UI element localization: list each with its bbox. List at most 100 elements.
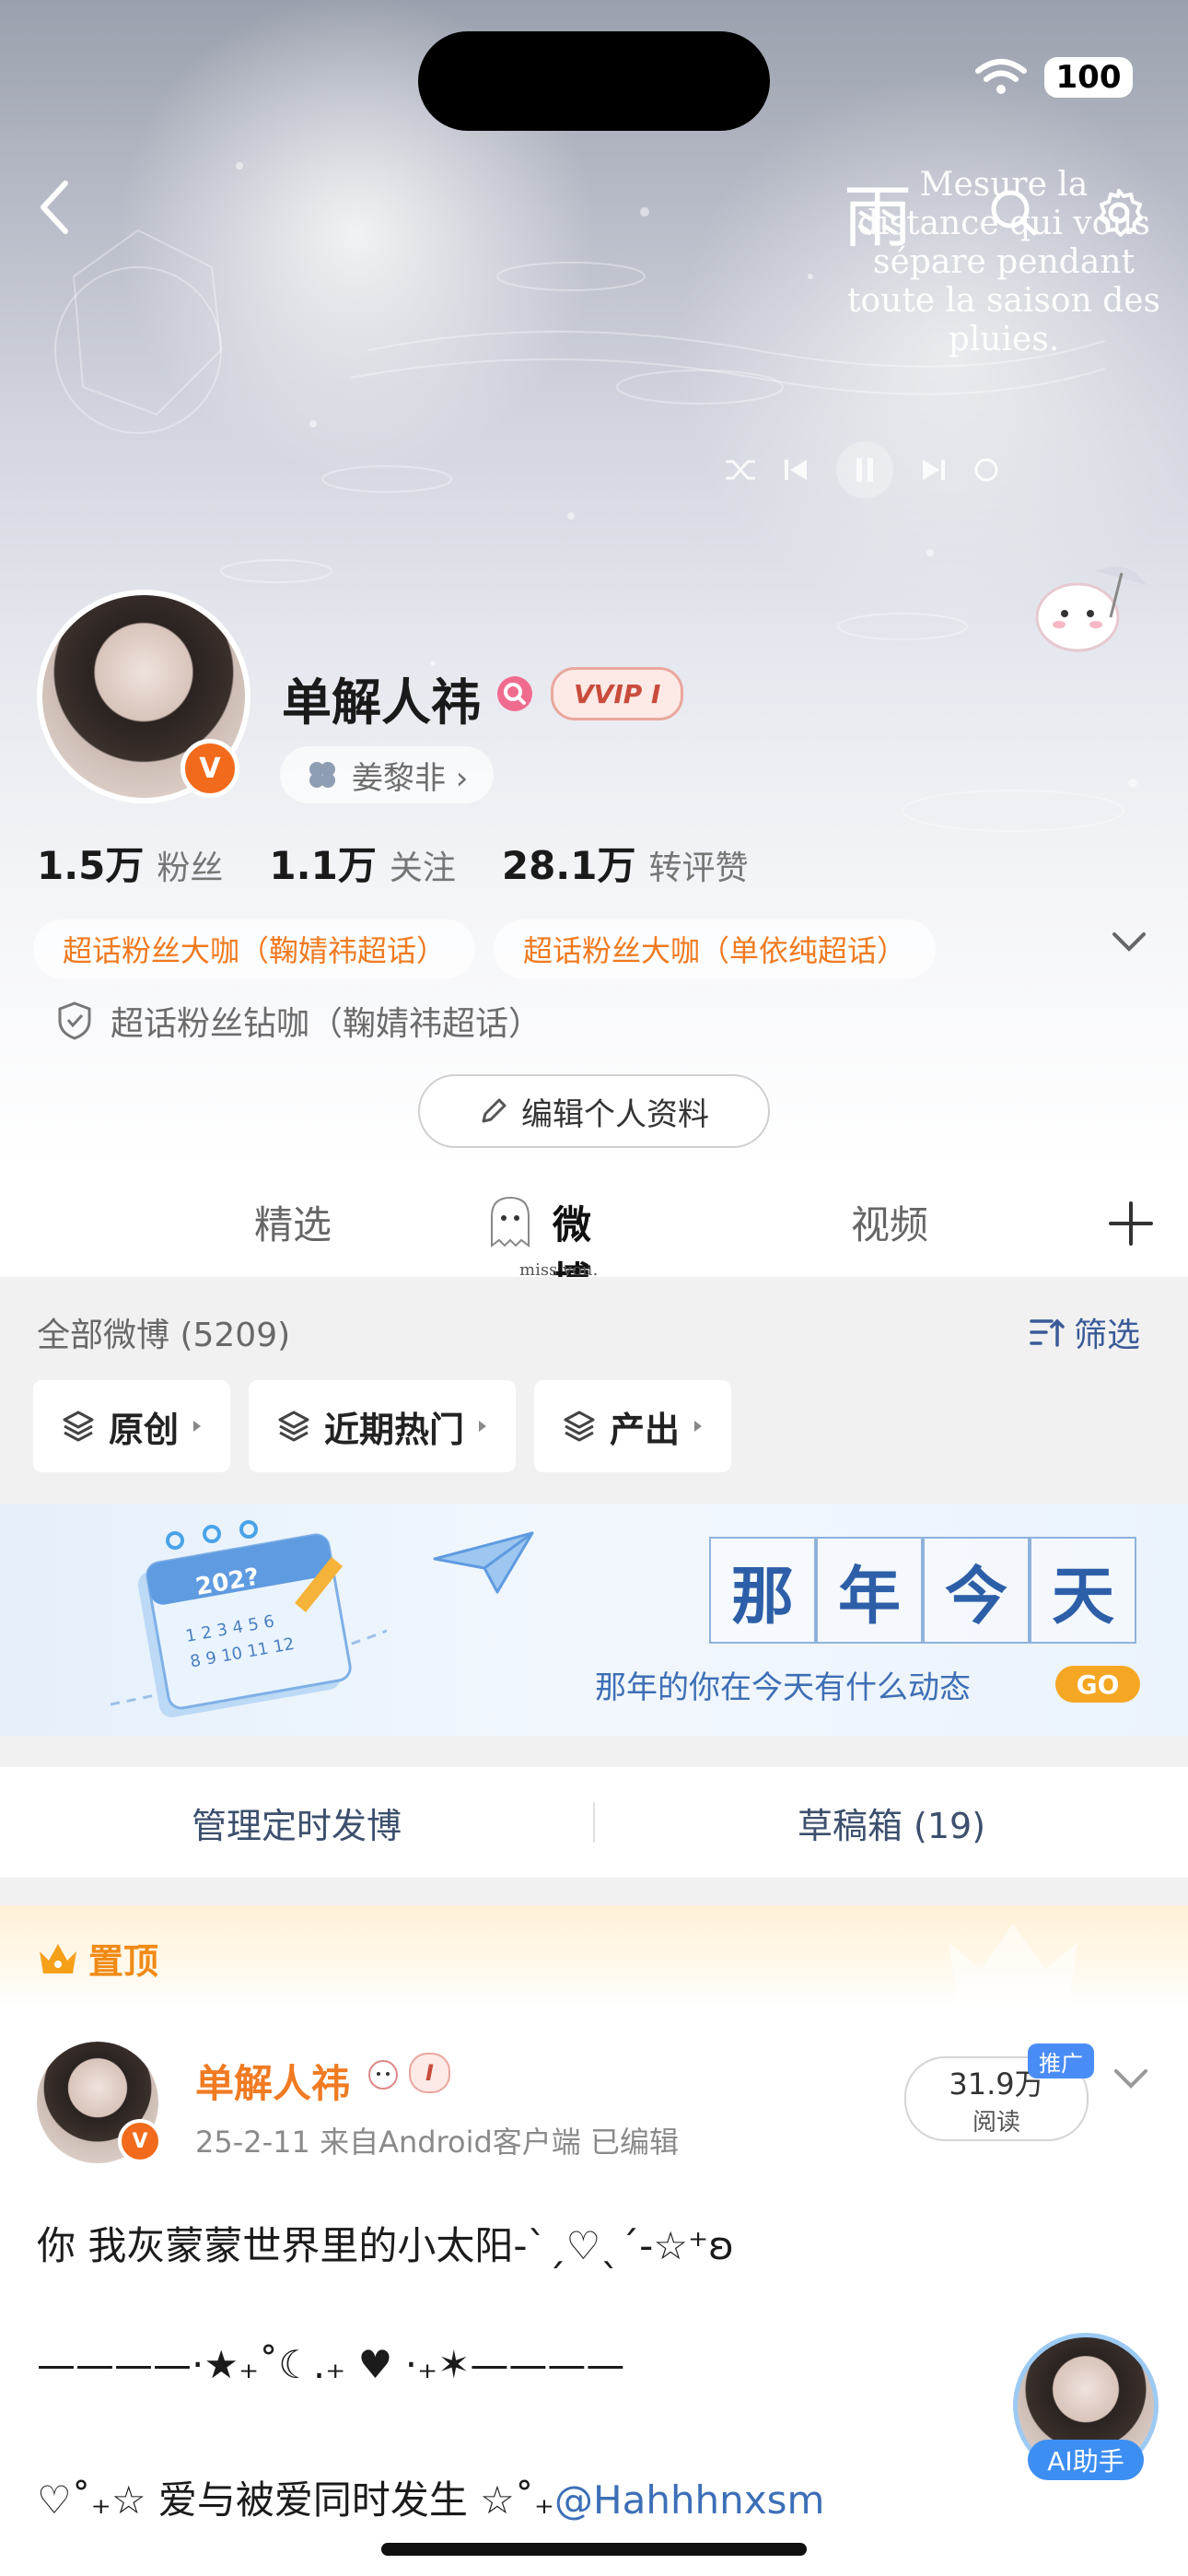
poem-line: pluies. — [948, 321, 1060, 358]
pinned-text: 置顶 — [88, 1941, 159, 1982]
layers-icon — [278, 1411, 309, 1442]
filter-icon — [1030, 1318, 1065, 1347]
lyrics-icon[interactable] — [973, 456, 1000, 484]
filter-button[interactable]: 筛选 — [1028, 1308, 1140, 1356]
post-verified-badge: V — [118, 2119, 162, 2163]
banner-title-char: 天 — [1030, 1537, 1136, 1644]
chevron-left-icon — [41, 181, 68, 234]
pinned-post[interactable]: 置顶 V 单解人祎 I 25-2-11 来自Android客户端 已编辑 31.… — [0, 1905, 1188, 2576]
read-count-label: 阅读 — [972, 2108, 1020, 2137]
feed-filter-chips: 原创 近期热门 产出 — [33, 1380, 732, 1472]
tab-featured[interactable]: 精选 — [254, 1194, 332, 1250]
related-user-label: 姜黎非 › — [352, 759, 469, 797]
diamond-fan-tag-label: 超话粉丝钻咖（鞠婧祎超话） — [111, 1005, 542, 1043]
mascot-badge-icon — [368, 2060, 398, 2090]
banner-title: 那 年 今 天 — [709, 1537, 1136, 1644]
wifi-icon — [975, 59, 1027, 94]
drafts-button[interactable]: 草稿箱 (19) — [595, 1797, 1188, 1848]
status-bar: 100 — [974, 57, 1133, 98]
next-icon[interactable] — [920, 456, 948, 484]
chip-recent-hot[interactable]: 近期热门 — [249, 1380, 517, 1472]
on-this-day-banner[interactable]: 202? 1 2 3 4 5 6 8 9 10 11 12 那 年 今 天 那年… — [0, 1504, 1188, 1736]
profile-page: 100 雨 Mesure la distance qui vous sépare… — [0, 0, 1188, 2576]
chevron-down-icon[interactable] — [1111, 931, 1147, 954]
mention-link[interactable]: @Hahhhnxsm — [554, 2477, 824, 2523]
post-text-line: ————·★₊˚☾.₊ ♥ ·₊✶———— — [37, 2342, 625, 2387]
search-icon — [991, 190, 1037, 236]
post-meta: 25-2-11 来自Android客户端 已编辑 — [195, 2125, 679, 2160]
pinned-label: 置顶 — [37, 1933, 158, 1984]
post-text-line: ♡˚₊☆ 爱与被爱同时发生 ☆˚₊@Hahhhnxsm — [37, 2469, 824, 2525]
ai-assistant-button[interactable]: AI助手 — [1028, 2440, 1144, 2480]
edit-profile-label: 编辑个人资料 — [521, 1095, 709, 1133]
post-management-bar: 管理定时发博 草稿箱 (19) — [0, 1767, 1188, 1878]
stat-following[interactable]: 1.1万 关注 — [269, 835, 455, 891]
scheduled-posts-button[interactable]: 管理定时发博 — [0, 1797, 593, 1848]
pause-button-icon[interactable] — [834, 439, 895, 500]
chip-output[interactable]: 产出 — [534, 1380, 732, 1472]
banner-title-char: 年 — [816, 1537, 923, 1644]
related-user-chip[interactable]: 姜黎非 › — [280, 746, 495, 803]
shuffle-icon[interactable] — [724, 456, 757, 484]
banner-title-char: 今 — [923, 1537, 1030, 1644]
triangle-right-icon — [479, 1421, 487, 1432]
post-text-segment: ♡˚₊☆ 爱与被爱同时发生 ☆˚₊ — [37, 2477, 554, 2523]
banner-go-button[interactable]: GO — [1055, 1666, 1140, 1703]
previous-icon[interactable] — [782, 456, 809, 484]
stat-number: 1.5万 — [37, 843, 145, 888]
post-count-label: 全部微博 (5209) — [37, 1317, 291, 1354]
stat-number: 1.1万 — [269, 843, 377, 888]
music-player-controls — [724, 433, 1000, 507]
chip-label: 近期热门 — [324, 1409, 465, 1450]
search-button[interactable] — [978, 177, 1050, 249]
profile-avatar[interactable]: V — [37, 590, 250, 803]
layers-icon — [564, 1411, 595, 1442]
calendar-illustration-icon: 202? 1 2 3 4 5 6 8 9 10 11 12 — [111, 1520, 387, 1717]
poem-line: sépare pendant — [873, 243, 1135, 281]
banner-subtitle: 那年的你在今天有什么动态 — [595, 1669, 971, 1706]
back-button[interactable] — [22, 175, 87, 240]
layers-icon — [63, 1411, 94, 1442]
fan-tag[interactable]: 超话粉丝大咖（鞠婧祎超话） — [33, 919, 476, 978]
edit-profile-button[interactable]: 编辑个人资料 — [418, 1074, 770, 1148]
crown-icon — [40, 1943, 76, 1973]
post-author-name[interactable]: 单解人祎 — [195, 2053, 350, 2109]
pinned-header: 置顶 — [0, 1905, 1188, 2007]
clover-icon — [309, 762, 335, 788]
diamond-fan-tag[interactable]: 超话粉丝钻咖（鞠婧祎超话） — [57, 997, 542, 1045]
post-text-line: 你 我灰蒙蒙世界里的小太阳-ˋˏ♡ˎˊ-☆⁺ʚ — [37, 2223, 735, 2268]
stat-label: 关注 — [389, 849, 456, 887]
profile-username: 单解人祎 — [282, 673, 481, 732]
post-vip-badge: I — [409, 2053, 450, 2093]
stat-followers[interactable]: 1.5万 粉丝 — [37, 835, 223, 891]
home-indicator — [381, 2543, 807, 2556]
vvip-badge[interactable]: VVIP I — [551, 667, 684, 720]
plus-icon[interactable] — [1105, 1198, 1157, 1249]
username-badges: VVIP I — [495, 667, 684, 720]
chip-original[interactable]: 原创 — [33, 1380, 231, 1472]
fan-tag[interactable]: 超话粉丝大咖（单依纯超话） — [494, 919, 937, 978]
dynamic-island — [418, 31, 770, 131]
chevron-down-icon[interactable] — [1112, 2067, 1149, 2091]
triangle-right-icon — [694, 1421, 703, 1432]
paper-plane-icon — [433, 1531, 534, 1594]
filter-label: 筛选 — [1074, 1317, 1141, 1354]
stat-interactions[interactable]: 28.1万 转评赞 — [502, 835, 749, 891]
ghost-sticker-icon — [491, 1196, 530, 1247]
shield-icon — [58, 1001, 91, 1040]
tab-video[interactable]: 视频 — [851, 1194, 928, 1250]
mascot-sticker-icon — [1035, 567, 1147, 652]
super-topic-icon[interactable] — [495, 674, 534, 713]
post-author-badges: I — [365, 2053, 450, 2093]
poem-line: toute la saison des — [847, 282, 1161, 320]
profile-tabs: 精选 微博 miss you. 视频 — [0, 1176, 1188, 1304]
banner-title-char: 那 — [709, 1537, 816, 1644]
gear-icon — [1099, 189, 1143, 237]
promote-badge[interactable]: 推广 — [1028, 2043, 1094, 2078]
verified-badge: V — [181, 739, 239, 798]
stat-label: 粉丝 — [157, 849, 224, 887]
battery-indicator: 100 — [1044, 57, 1133, 98]
settings-button[interactable] — [1083, 177, 1155, 249]
triangle-right-icon — [193, 1421, 202, 1432]
stat-label: 转评赞 — [648, 849, 749, 887]
